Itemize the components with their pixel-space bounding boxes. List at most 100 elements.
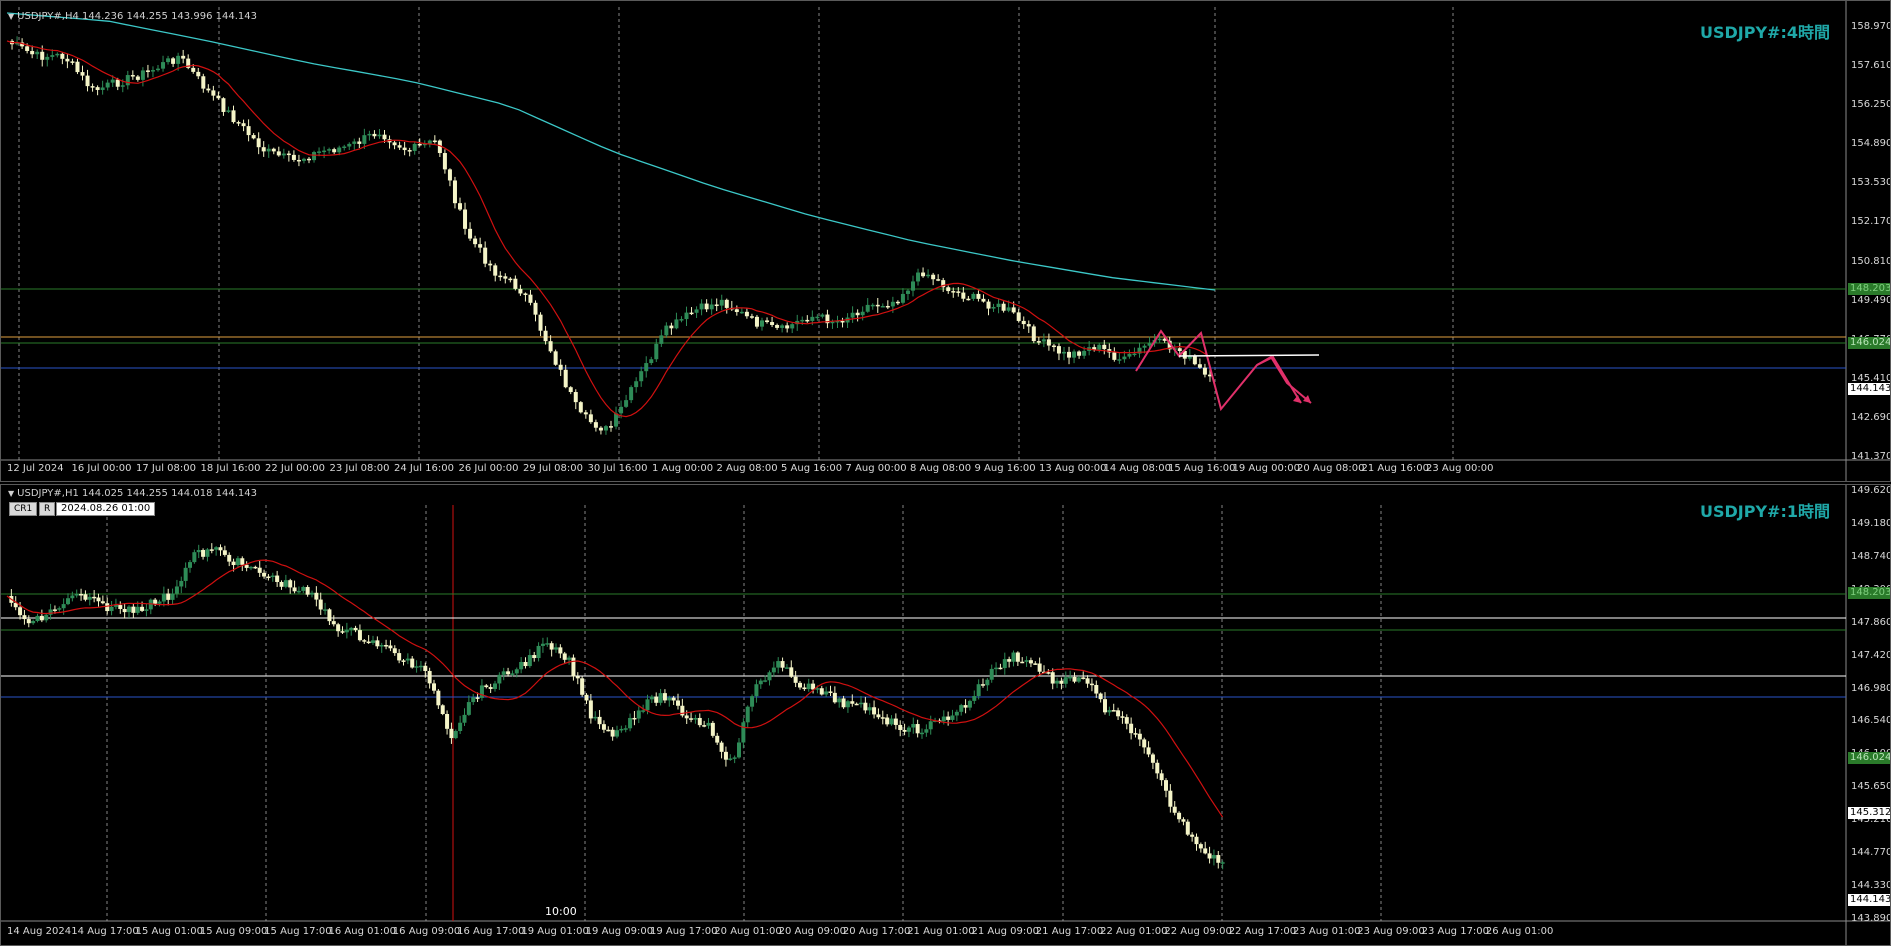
h4-candle [1021,320,1026,325]
h4-candle [301,158,306,161]
h1-candle [654,696,659,703]
h1-candle [344,629,349,633]
time-tick-label: 1 Aug 00:00 [652,463,714,474]
h4-candle [815,316,820,319]
h1-chart-canvas[interactable] [1,485,1891,946]
h1-candle [514,669,519,674]
time-tick-label: 17 Jul 08:00 [136,463,196,474]
h4-candle [624,400,629,407]
h1-candle [615,730,619,737]
collapse-arrow-icon[interactable]: ▼ [8,12,14,21]
h4-candle [367,133,372,136]
time-tick-label: 15 Aug 09:00 [199,926,268,937]
collapse-arrow-icon[interactable]: ▼ [8,489,14,498]
h4-candle [407,150,412,152]
h4-candle [674,319,679,329]
h4-candle [956,291,961,293]
h4-candle [543,330,548,342]
h4-candle [911,281,915,291]
h4-candle [377,134,382,137]
h4-candle [976,293,981,299]
h1-candle [418,665,423,668]
h1-candle [824,691,829,695]
date-field[interactable]: 2024.08.26 01:00 [56,502,156,516]
h4-candle [739,311,744,314]
h1-candle [1050,672,1055,684]
time-tick-label: 23 Jul 08:00 [329,463,390,474]
h4-candle [286,153,291,156]
h1-candle [1155,762,1160,774]
h1-candle [715,735,720,743]
h4-candle [347,143,352,147]
h1-candle [214,547,219,550]
time-tick-label: 19 Aug 00:00 [1232,463,1300,474]
h1-candle [1216,855,1221,863]
h4-candle [1097,344,1102,350]
h1-candle [963,705,968,708]
h4-candle [865,304,870,312]
h4-candle [513,278,518,289]
h4-candle [946,287,951,292]
h4-candle [352,141,357,144]
h4-last-price-tag: 144.143 [1848,383,1890,395]
h4-candle [1041,339,1046,342]
h1-candle [301,587,306,591]
h1-candle [318,599,323,610]
h1-candle [1024,660,1029,662]
h4-candle [724,299,729,308]
h1-candle [305,587,310,595]
h1-candle [628,717,633,729]
h1-candle [1220,862,1225,864]
h1-candle [710,722,715,736]
h4-candle [468,228,473,239]
h4-candle [417,143,422,146]
h4-candle [488,263,493,266]
h1-candle [170,593,175,600]
h1-candle [959,705,964,712]
h4-candle [40,51,45,60]
chart-panel-h4[interactable]: ▼ USDJPY#,H4 144.236 144.255 143.996 144.… [0,0,1891,482]
price-tick-label: 148.740 [1851,550,1891,562]
h1-candle [249,566,253,569]
vertical-line-label: 10:00 [545,905,577,918]
h4-candle [644,363,649,372]
h4-candle [317,151,322,153]
h1-candle [475,697,480,699]
h4-candle [1046,339,1051,346]
h1-candle [623,728,628,730]
h1-candle [676,700,680,706]
r-button[interactable]: R [39,502,56,516]
h1-candle [39,615,44,621]
h4-candle [850,312,855,318]
h4-candle [619,406,624,414]
h4-candle [216,95,221,99]
h4-candle [951,291,956,293]
h1-candle [1072,676,1077,682]
h4-candle [60,53,65,59]
h4-candle [1082,350,1087,356]
h1-candle [183,567,188,581]
h4-chart-canvas[interactable] [1,1,1891,482]
cr1-button[interactable]: CR1 [9,502,38,516]
h1-candle [719,742,724,752]
h4-candle [120,85,125,87]
price-tick-label: 158.970 [1851,21,1891,32]
h4-candle [296,159,301,162]
h1-candle [445,714,450,729]
h4-candle [583,412,588,415]
h1-candle [880,717,885,719]
h4-candle [246,126,251,136]
h1-candle [954,711,959,716]
h1-candle [1076,677,1081,682]
h4-candle [75,61,80,73]
chart-panel-h1[interactable]: ▼ USDJPY#,H1 144.025 144.255 144.018 144.… [0,484,1891,946]
h4-candle [85,75,90,87]
h1-candle [79,593,84,596]
h1-candle [275,575,280,582]
h1-candle [527,655,532,667]
h4-candle [291,154,296,160]
h1-candle [397,653,402,661]
h1-candle [976,684,981,697]
h1-candle [837,698,842,703]
h4-candle [609,426,613,428]
